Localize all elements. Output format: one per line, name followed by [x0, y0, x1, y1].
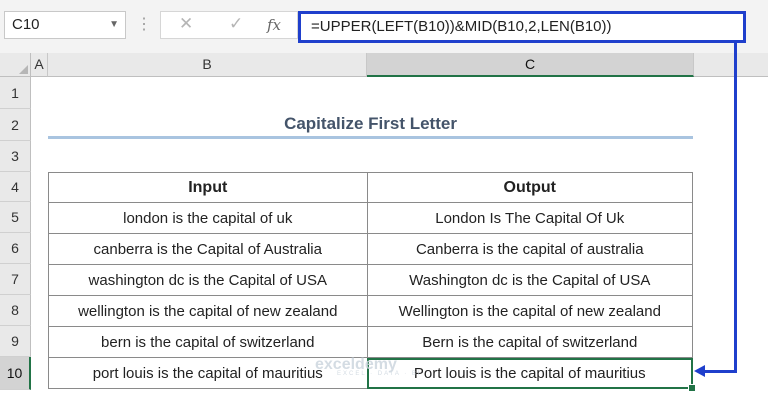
callout-arrow-line: [703, 370, 737, 373]
output-cell[interactable]: Washington dc is the Capital of USA: [366, 264, 694, 296]
input-header[interactable]: Input: [48, 172, 368, 203]
input-cell[interactable]: bern is the capital of switzerland: [48, 326, 368, 358]
row-header-5[interactable]: 5: [0, 202, 31, 233]
input-cell[interactable]: london is the capital of uk: [48, 202, 368, 234]
formula-input[interactable]: =UPPER(LEFT(B10))&MID(B10,2,LEN(B10)): [298, 11, 746, 43]
insert-function-icon[interactable]: fx: [267, 16, 281, 34]
table-row: washington dc is the Capital of USA Wash…: [48, 264, 694, 296]
row-header-7[interactable]: 7: [0, 264, 31, 295]
output-cell[interactable]: Bern is the capital of switzerland: [366, 326, 694, 358]
watermark-tagline: EXCEL · DATA · BI: [337, 371, 422, 377]
row-header-10[interactable]: 10: [0, 357, 31, 390]
name-box[interactable]: C10 ▼: [4, 11, 126, 39]
watermark-logo: exceldemy EXCEL · DATA · BI: [315, 356, 422, 377]
table-row: canberra is the Capital of Australia Can…: [48, 233, 694, 265]
table-row: bern is the capital of switzerland Bern …: [48, 326, 694, 358]
name-box-value: C10: [12, 16, 40, 33]
row-header-3[interactable]: 3: [0, 141, 31, 172]
row-header-1[interactable]: 1: [0, 77, 31, 109]
fill-handle[interactable]: [688, 384, 696, 392]
output-cell[interactable]: Canberra is the capital of australia: [366, 233, 694, 265]
table-row: wellington is the capital of new zealand…: [48, 295, 694, 327]
table-row: london is the capital of uk London Is Th…: [48, 202, 694, 234]
enter-icon[interactable]: ✓: [229, 14, 243, 34]
more-options-icon[interactable]: ⋮: [136, 14, 153, 34]
sheet-title: Capitalize First Letter: [48, 110, 693, 139]
chevron-down-icon[interactable]: ▼: [109, 12, 119, 38]
formula-bar: C10 ▼ ⋮ ✕ ✓ fx =UPPER(LEFT(B10))&MID(B10…: [0, 0, 768, 53]
cancel-icon[interactable]: ✕: [179, 14, 193, 34]
select-all-button[interactable]: [0, 53, 31, 77]
output-cell-text: Port louis is the capital of mauritius: [413, 364, 646, 382]
output-cell[interactable]: Wellington is the capital of new zealand: [366, 295, 694, 327]
row-header-6[interactable]: 6: [0, 233, 31, 264]
output-cell[interactable]: London Is The Capital Of Uk: [366, 202, 694, 234]
column-header-a[interactable]: A: [31, 53, 48, 77]
input-cell[interactable]: wellington is the capital of new zealand: [48, 295, 368, 327]
row-header-8[interactable]: 8: [0, 295, 31, 326]
row-header-4[interactable]: 4: [0, 172, 31, 202]
table-header-row: Input Output: [48, 172, 694, 203]
callout-arrow-line: [734, 43, 737, 373]
input-cell[interactable]: canberra is the Capital of Australia: [48, 233, 368, 265]
column-header-b[interactable]: B: [48, 53, 367, 77]
arrow-left-icon: [694, 365, 705, 377]
select-all-triangle-icon: [19, 65, 28, 74]
column-header-c[interactable]: C: [367, 53, 694, 77]
row-header-2[interactable]: 2: [0, 109, 31, 141]
input-cell[interactable]: washington dc is the Capital of USA: [48, 264, 368, 296]
row-header-9[interactable]: 9: [0, 326, 31, 357]
column-header-blank: [694, 53, 768, 77]
output-header[interactable]: Output: [366, 172, 694, 203]
formula-buttons: ✕ ✓ fx: [160, 11, 298, 39]
